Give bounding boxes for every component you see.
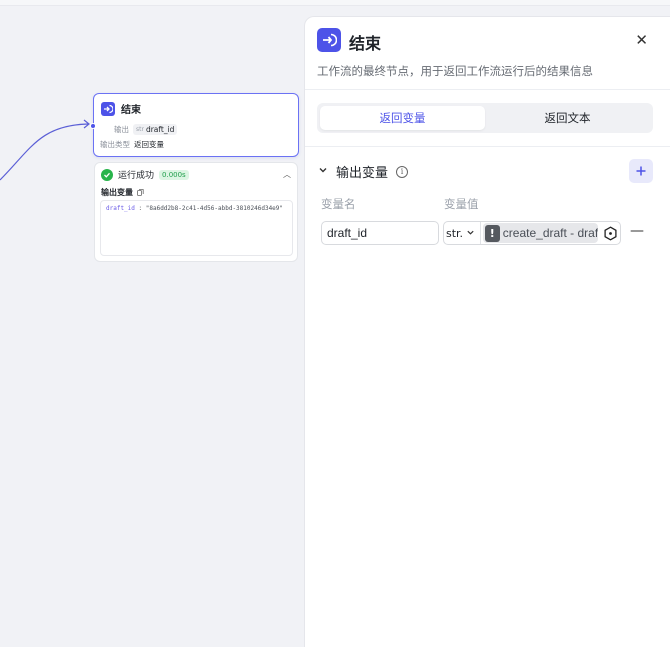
run-duration-badge: 0.000s [159, 169, 189, 180]
type-select-value: str. [446, 226, 464, 240]
section-title: 输出变量 [336, 166, 389, 181]
node-input-port[interactable] [90, 123, 96, 129]
result-output-label-row: 输出变量 [101, 187, 144, 198]
node-kind-label: 输出类型 [100, 140, 130, 149]
node-output-var: draft_id [145, 125, 175, 134]
success-check-icon [101, 168, 113, 181]
chevron-down-icon [466, 228, 475, 239]
run-status: 运行成功 [118, 171, 155, 181]
divider [305, 89, 670, 90]
variable-name-input[interactable] [321, 221, 439, 245]
reference-text: create_draft - draft_id [502, 226, 599, 240]
copy-icon[interactable] [137, 189, 144, 196]
node-title: 结束 [121, 105, 141, 116]
column-header-name: 变量名 [321, 197, 356, 211]
node-output-label: 输出 [114, 125, 129, 134]
panel-title: 结束 [349, 34, 382, 53]
warning-icon: ! [484, 224, 500, 242]
run-result-panel: 运行成功 0.000s ︿ 输出变量 draft_id : "8a6dd2b8-… [94, 162, 298, 262]
tab-return-text[interactable]: 返回文本 [485, 106, 650, 130]
end-node-card[interactable]: 结束 输出 str draft_id 输出类型 返回变量 [90, 93, 299, 157]
end-node-icon [317, 28, 341, 52]
type-tag: str [136, 126, 144, 133]
node-settings-panel: 结束 ✕ 工作流的最终节点，用于返回工作流运行后的结果信息 返回变量 返回文本 … [304, 16, 670, 647]
remove-variable-button[interactable]: — [630, 223, 644, 239]
result-key: draft_id [106, 205, 135, 212]
node-kind-row: 输出类型 返回变量 [100, 139, 164, 150]
close-icon[interactable]: ✕ [635, 31, 648, 49]
column-header-value: 变量值 [444, 197, 479, 211]
variable-value-field: str. ! create_draft - draft_id ✕ [443, 221, 621, 245]
connection-edge [0, 119, 90, 181]
variable-reference-chip[interactable]: ! create_draft - draft_id ✕ [482, 223, 599, 243]
info-icon[interactable]: i [396, 165, 409, 178]
collapse-chevron-icon[interactable]: ︿ [283, 169, 291, 180]
node-output-chip: str draft_id [133, 124, 178, 135]
add-variable-button[interactable] [629, 159, 653, 183]
node-kind-value: 返回变量 [134, 140, 164, 149]
output-mode-tabs: 返回变量 返回文本 [317, 103, 653, 133]
plus-icon [636, 166, 646, 176]
node-output-row: 输出 str draft_id [114, 124, 178, 135]
divider [305, 146, 670, 147]
result-output-box: draft_id : "8a6dd2b8-2c41-4d56-abbd-3810… [100, 200, 293, 256]
result-output-label: 输出变量 [101, 188, 133, 197]
result-value: "8a6dd2b8-2c41-4d56-abbd-3810246d34e9" [145, 205, 284, 212]
result-separator: : [134, 205, 146, 212]
panel-description: 工作流的最终节点，用于返回工作流运行后的结果信息 [317, 64, 593, 78]
output-section-header[interactable]: 输出变量 i [318, 162, 409, 181]
top-toolbar-strip [0, 0, 670, 6]
variable-picker-icon[interactable] [600, 223, 620, 243]
type-select[interactable]: str. [444, 222, 481, 244]
end-node-icon [101, 101, 115, 116]
chevron-down-icon[interactable] [318, 165, 328, 178]
tab-return-variable[interactable]: 返回变量 [320, 106, 485, 130]
